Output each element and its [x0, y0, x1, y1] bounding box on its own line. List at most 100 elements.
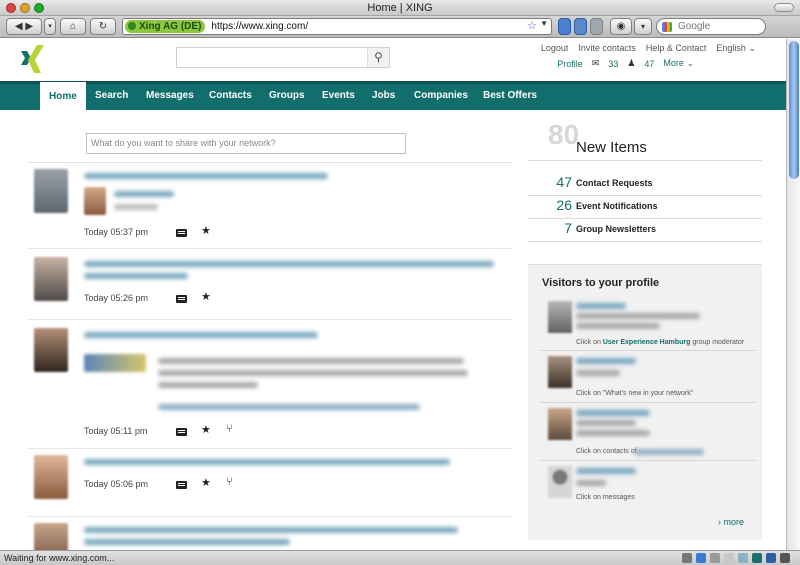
- blurred-text: [576, 358, 636, 364]
- new-items-row-contact-requests[interactable]: 47 Contact Requests: [528, 174, 762, 196]
- reload-button[interactable]: ↻: [90, 18, 116, 35]
- contacts-count[interactable]: 47: [644, 59, 654, 69]
- avatar[interactable]: [34, 169, 68, 213]
- addon-dropdown-icon[interactable]: ▾: [634, 18, 652, 35]
- blurred-text: [84, 332, 318, 338]
- messages-count[interactable]: 33: [608, 59, 618, 69]
- xing-logo[interactable]: [18, 43, 48, 75]
- avatar[interactable]: [34, 328, 68, 372]
- blurred-text: [84, 173, 328, 179]
- nav-search[interactable]: Search: [95, 84, 128, 110]
- blurred-text: [158, 404, 420, 410]
- home-button[interactable]: ⌂: [60, 18, 86, 35]
- new-items-count[interactable]: 47: [556, 174, 572, 190]
- star-icon[interactable]: ★: [201, 476, 211, 489]
- download-icon[interactable]: [780, 553, 790, 563]
- timestamp: Today 05:11 pm: [84, 426, 148, 436]
- nav-messages[interactable]: Messages: [146, 84, 194, 110]
- share-input[interactable]: What do you want to share with your netw…: [86, 133, 406, 154]
- bookmark-star-icon[interactable]: ☆: [527, 19, 537, 32]
- nav-companies[interactable]: Companies: [414, 84, 468, 110]
- url-dropdown-icon[interactable]: ▼: [540, 19, 548, 28]
- forward-arrow-icon[interactable]: ▶: [25, 21, 33, 32]
- comment-icon[interactable]: [176, 295, 187, 303]
- nav-groups[interactable]: Groups: [269, 84, 305, 110]
- visitor-source: Click on messages: [576, 494, 635, 501]
- avatar[interactable]: [548, 356, 572, 388]
- logout-link[interactable]: Logout: [541, 43, 569, 54]
- nav-jobs[interactable]: Jobs: [372, 84, 395, 110]
- avatar[interactable]: [34, 523, 68, 550]
- comment-icon[interactable]: [176, 229, 187, 237]
- visitor-item: Click on messages: [540, 462, 756, 510]
- new-items-label[interactable]: Event Notifications: [576, 201, 658, 211]
- divider: [528, 195, 762, 196]
- more-visitors-link[interactable]: › more: [718, 517, 744, 527]
- nav-contacts[interactable]: Contacts: [209, 84, 252, 110]
- identity-badge[interactable]: Xing AG (DE): [125, 20, 206, 33]
- scrollbar-thumb[interactable]: [789, 41, 799, 179]
- toolbar-toggle-button[interactable]: [774, 3, 794, 12]
- minimize-window-button[interactable]: [20, 3, 30, 13]
- star-icon[interactable]: ★: [201, 423, 211, 436]
- back-arrow-icon[interactable]: ◀: [15, 21, 23, 32]
- url-text[interactable]: https://www.xing.com/: [211, 21, 308, 32]
- profile-link[interactable]: Profile: [557, 59, 583, 69]
- new-items-label[interactable]: Group Newsletters: [576, 224, 656, 234]
- search-icon[interactable]: ⚲: [367, 48, 389, 67]
- addon-status-icon[interactable]: [710, 553, 720, 563]
- avatar[interactable]: [84, 187, 106, 215]
- feed-item: Today 05:06 pm ★ ⑂: [28, 449, 512, 517]
- blurred-text: [84, 539, 290, 545]
- new-items-row-event-notifications[interactable]: 26 Event Notifications: [528, 197, 762, 219]
- avatar[interactable]: [548, 301, 572, 333]
- addon-status-icon[interactable]: [696, 553, 706, 563]
- back-forward-buttons[interactable]: ◀ ▶: [6, 18, 42, 35]
- addon-icon-3[interactable]: [590, 18, 603, 35]
- addon-icon[interactable]: [558, 18, 571, 35]
- person-icon[interactable]: ♟: [627, 58, 635, 69]
- avatar[interactable]: [34, 455, 68, 499]
- new-items-count[interactable]: 26: [556, 197, 572, 213]
- comment-icon[interactable]: [176, 481, 187, 489]
- star-icon[interactable]: ★: [201, 290, 211, 303]
- globe-icon[interactable]: ◉: [610, 18, 632, 35]
- help-contact-link[interactable]: Help & Contact: [646, 43, 707, 54]
- new-items-label[interactable]: Contact Requests: [576, 178, 653, 188]
- new-items-count[interactable]: 7: [564, 220, 572, 236]
- group-link[interactable]: User Experience Hamburg: [603, 339, 691, 346]
- site-search-box[interactable]: ⚲: [176, 47, 390, 68]
- chevron-right-icon: ›: [717, 517, 721, 527]
- addon-icon-2[interactable]: [574, 18, 587, 35]
- browser-search-box[interactable]: [656, 18, 766, 35]
- share-icon[interactable]: ⑂: [226, 423, 233, 435]
- close-window-button[interactable]: [6, 3, 16, 13]
- comment-icon[interactable]: [176, 428, 187, 436]
- new-items-row-group-newsletters[interactable]: 7 Group Newsletters: [528, 220, 762, 242]
- address-bar[interactable]: Xing AG (DE) https://www.xing.com/ ☆ ▼: [122, 18, 552, 35]
- blurred-text: [576, 323, 660, 329]
- browser-search-input[interactable]: [678, 21, 758, 32]
- invite-contacts-link[interactable]: Invite contacts: [578, 43, 636, 54]
- language-select[interactable]: English ⌄: [716, 43, 756, 54]
- blurred-text: [576, 468, 636, 474]
- lock-icon[interactable]: [682, 553, 692, 563]
- avatar[interactable]: [548, 466, 572, 498]
- mail-icon[interactable]: [724, 553, 734, 563]
- addon-status-icon[interactable]: [752, 553, 762, 563]
- nav-best-offers[interactable]: Best Offers: [483, 84, 537, 110]
- star-icon[interactable]: ★: [201, 224, 211, 237]
- vertical-scrollbar[interactable]: [786, 39, 800, 550]
- envelope-icon[interactable]: ✉: [592, 58, 600, 69]
- history-dropdown-icon[interactable]: ▾: [44, 18, 56, 35]
- link-thumbnail[interactable]: [84, 354, 146, 372]
- nav-home[interactable]: Home: [40, 82, 86, 112]
- addon-status-icon[interactable]: [766, 553, 776, 563]
- zoom-window-button[interactable]: [34, 3, 44, 13]
- share-icon[interactable]: ⑂: [226, 476, 233, 488]
- addon-status-icon[interactable]: [738, 553, 748, 563]
- more-menu[interactable]: More ⌄: [663, 58, 694, 69]
- avatar[interactable]: [548, 408, 572, 440]
- nav-events[interactable]: Events: [322, 84, 355, 110]
- avatar[interactable]: [34, 257, 68, 301]
